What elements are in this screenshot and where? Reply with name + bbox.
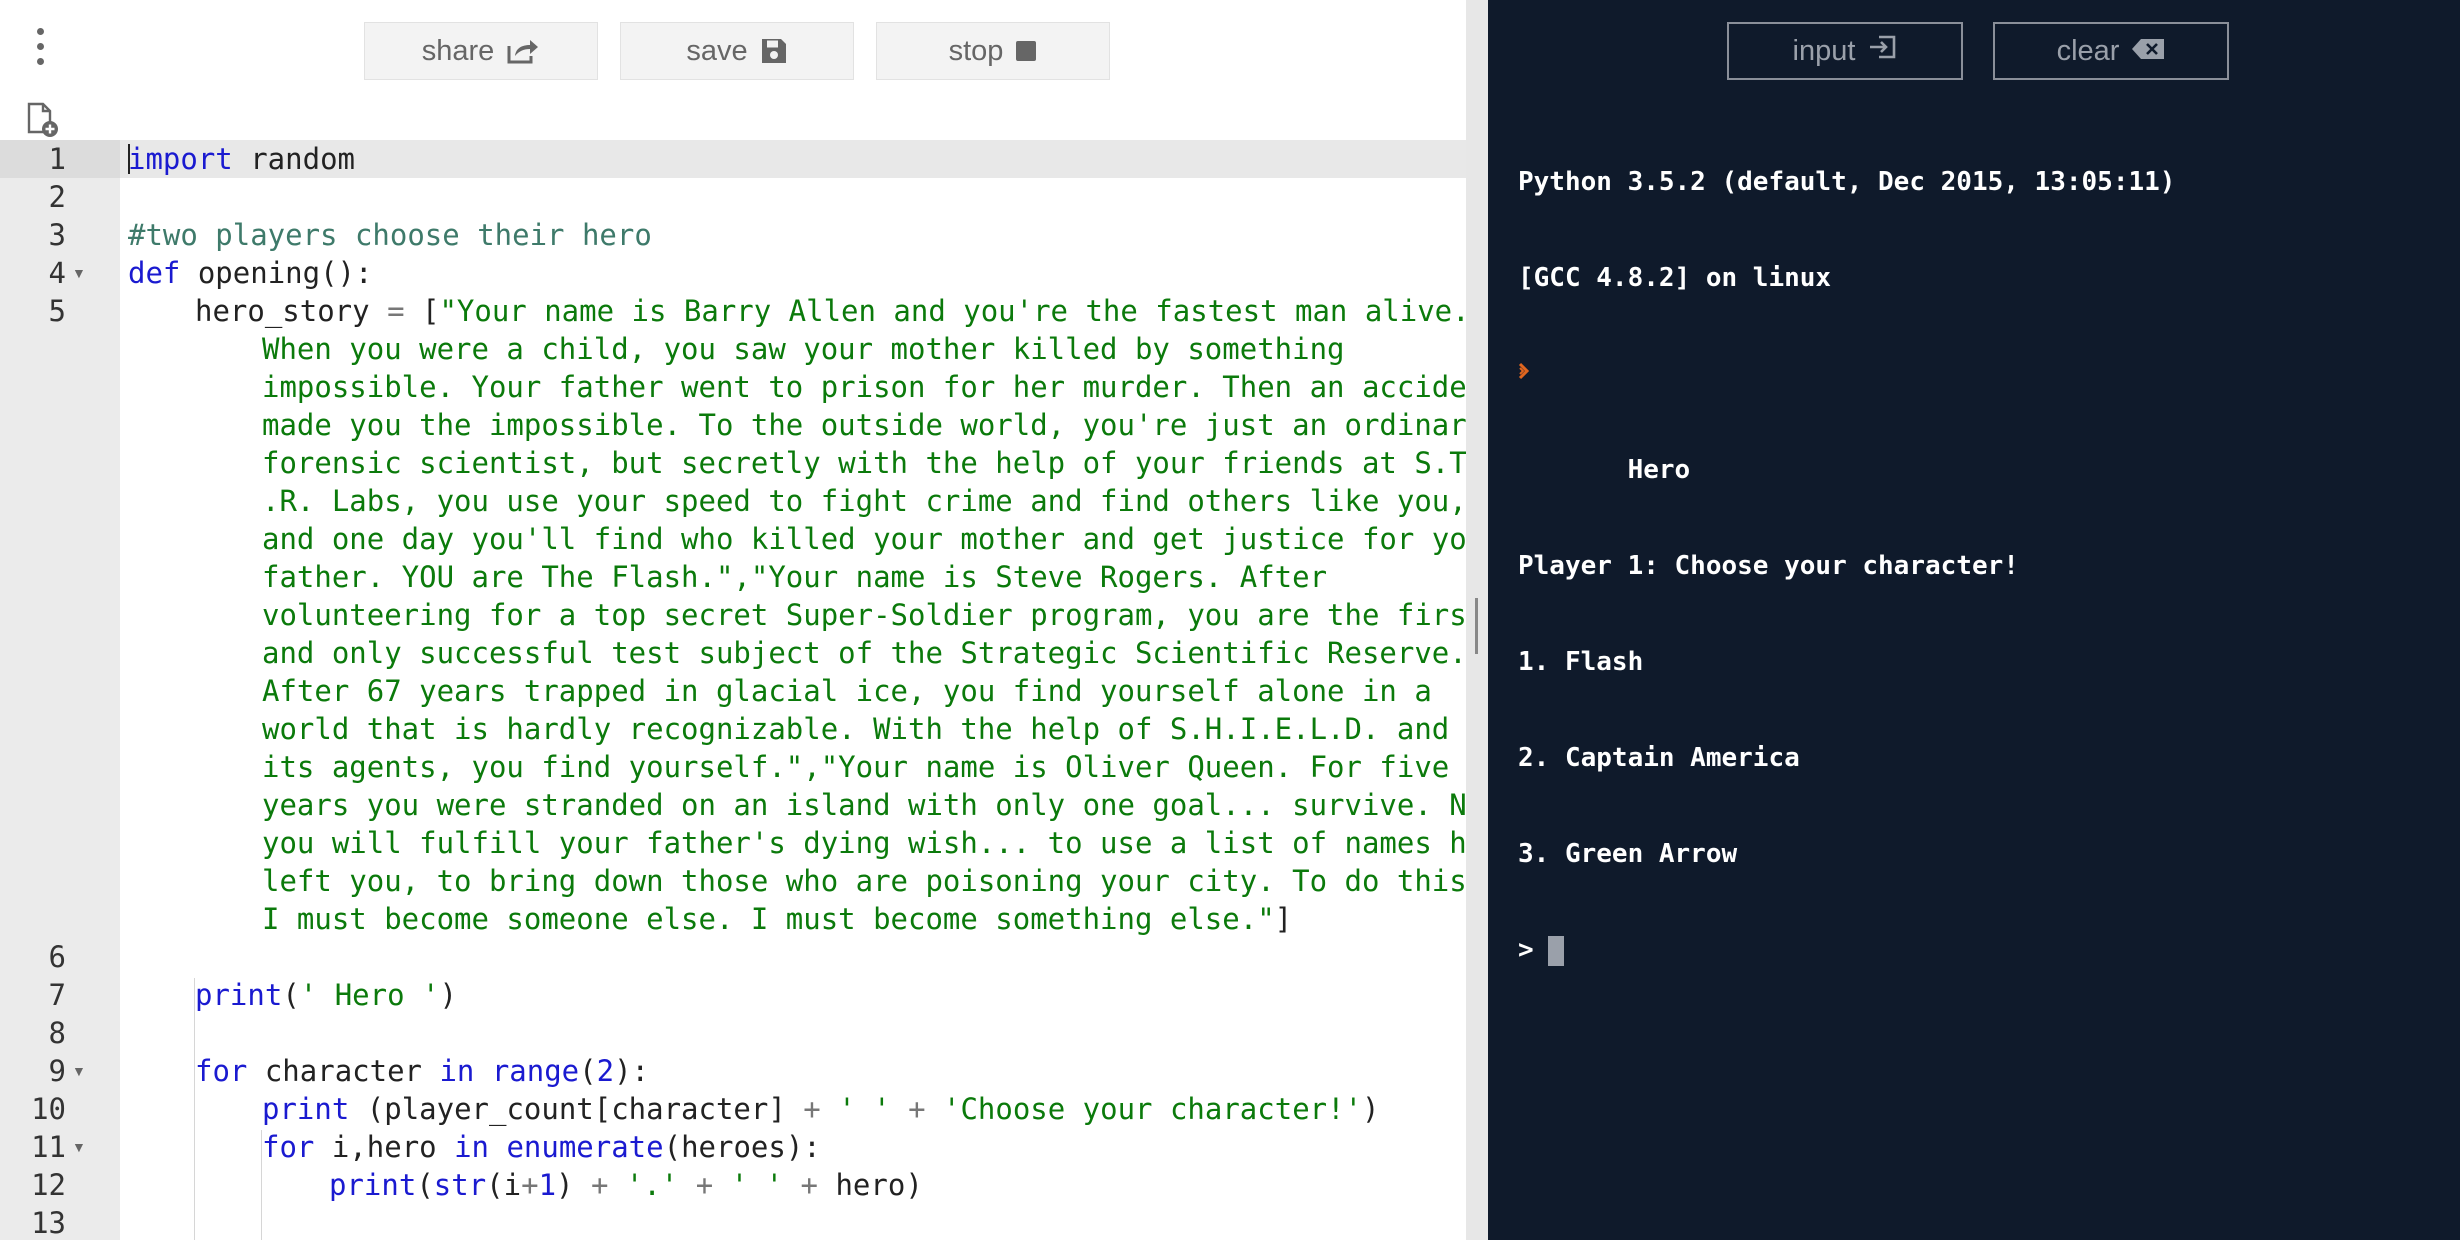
editor-pane: share save stop 1 2 3 4 ▼ 5 6 7 8 9 ▼ 10… [0,0,1466,1240]
code-line: for i,hero in enumerate(heroes): [262,1130,821,1164]
code-line-wrap: world that is hardly recognizable. With … [262,712,1450,746]
code-editor[interactable]: 1 2 3 4 ▼ 5 6 7 8 9 ▼ 10 11 ▼ 12 13 impo… [0,140,1466,1240]
line-number: 10 [31,1092,66,1126]
code-line-wrap: left you, to bring down those who are po… [262,864,1466,898]
clear-button-label: clear [2056,34,2120,67]
share-button[interactable]: share [364,22,598,80]
line-number: 5 [48,294,66,328]
indent-guide [194,978,195,1240]
stop-button-label: stop [948,34,1004,67]
console-line: Python 3.5.2 (default, Dec 2015, 13:05:1… [1518,167,2176,197]
console-line-prompt [1518,358,2175,390]
code-line-wrap: forensic scientist, but secretly with th… [262,446,1466,480]
console-line: 3. Green Arrow [1518,839,1738,869]
code-line: print(' Hero ') [195,978,457,1012]
line-number: 8 [48,1016,66,1050]
code-line-wrap: impossible. Your father went to prison f… [262,370,1466,404]
code-line-wrap: volunteering for a top secret Super-Sold… [262,598,1466,632]
input-button[interactable]: input [1727,22,1963,80]
line-number: 13 [31,1206,66,1240]
stop-square-icon [1015,40,1037,62]
share-button-label: share [421,34,495,67]
console-cursor [1547,935,1564,966]
clear-button[interactable]: clear [1993,22,2229,80]
code-line-wrap: I must become someone else. I must becom… [262,902,1293,936]
code-line-wrap: you will fulfill your father's dying wis… [262,826,1466,860]
code-line: #two players choose their hero [128,218,652,252]
save-button-label: save [686,34,748,67]
console-line: 2. Captain America [1518,743,1800,773]
code-line-wrap: After 67 years trapped in glacial ice, y… [262,674,1432,708]
line-number: 4 [48,256,66,290]
line-number: 11 [31,1130,66,1164]
save-button[interactable]: save [620,22,854,80]
code-line-wrap: father. YOU are The Flash.","Your name i… [262,560,1328,594]
fold-arrow-icon[interactable]: ▼ [72,254,86,292]
console-prompt: > [1518,935,1534,965]
console-pane: input clear Python 3.5.2 (default, Dec 2… [1488,0,2460,1240]
stop-button[interactable]: stop [876,22,1110,80]
console-output[interactable]: Python 3.5.2 (default, Dec 2015, 13:05:1… [1518,102,2175,1030]
code-line: for character in range(2): [195,1054,650,1088]
console-input-line[interactable]: > [1518,934,2175,966]
prompt-chevron-icon [1518,358,1532,390]
code-line-wrap: and one day you'll find who killed your … [262,522,1466,556]
console-line: Hero [1518,455,1691,485]
line-number: 9 [48,1054,66,1088]
code-line-wrap: years you were stranded on an island wit… [262,788,1466,822]
new-file-icon[interactable] [26,102,62,138]
line-number: 1 [48,142,66,176]
backspace-icon [2131,35,2165,68]
fold-arrow-icon[interactable]: ▼ [72,1052,86,1090]
code-line-wrap: its agents, you find yourself.","Your na… [262,750,1450,784]
input-enter-icon [1867,34,1897,68]
code-line-wrap: When you were a child, you saw your moth… [262,332,1345,366]
floppy-disk-icon [760,37,788,65]
code-line-wrap: and only successful test subject of the … [262,636,1466,670]
splitter-handle[interactable] [1475,598,1478,654]
code-line: print(str(i+1) + '.' + ' ' + hero) [329,1168,923,1202]
code-line: import random [128,142,355,176]
menu-vertical-dots-icon[interactable] [28,28,52,74]
share-icon [506,37,540,65]
line-number: 6 [48,940,66,974]
code-line-wrap: made you the impossible. To the outside … [262,408,1466,442]
line-number: 3 [48,218,66,252]
line-number: 2 [48,180,66,214]
code-line: hero_story = ["Your name is Barry Allen … [195,294,1466,328]
code-line-wrap: .R. Labs, you use your speed to fight cr… [262,484,1466,518]
console-line: 1. Flash [1518,647,1644,677]
line-number: 12 [31,1168,66,1202]
fold-arrow-icon[interactable]: ▼ [72,1128,86,1166]
console-line: Player 1: Choose your character! [1518,551,2019,581]
code-line: print (player_count[character] + ' ' + '… [262,1092,1380,1126]
line-number: 7 [48,978,66,1012]
pane-splitter [1466,0,1488,1240]
input-button-label: input [1792,34,1856,67]
code-line: def opening(): [128,256,373,290]
console-line: [GCC 4.8.2] on linux [1518,263,1832,293]
